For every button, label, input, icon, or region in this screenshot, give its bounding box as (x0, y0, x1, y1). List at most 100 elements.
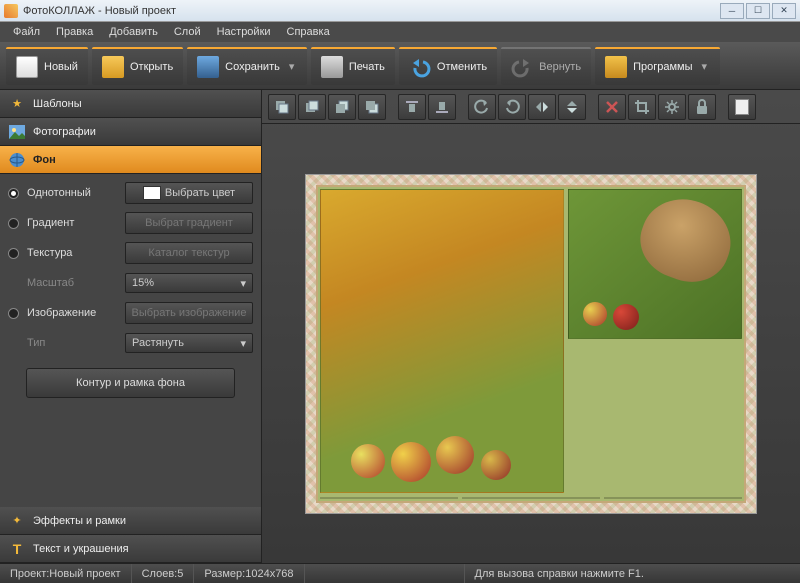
redo-label: Вернуть (539, 61, 581, 73)
redo-icon (511, 56, 533, 78)
status-project: Проект: Новый проект (0, 564, 132, 583)
status-layers: Слоев: 5 (132, 564, 195, 583)
status-layers-label: Слоев: (142, 568, 178, 580)
image-label: Изображение (27, 307, 117, 319)
close-button[interactable]: ✕ (772, 3, 796, 19)
print-button[interactable]: Печать (311, 47, 395, 85)
move-up-button[interactable] (298, 94, 326, 120)
contour-frame-label: Контур и рамка фона (76, 377, 185, 389)
radio-image[interactable] (8, 308, 19, 319)
status-size-value: 1024x768 (245, 568, 293, 580)
menu-settings[interactable]: Настройки (210, 24, 278, 40)
status-bar: Проект: Новый проект Слоев: 5 Размер: 10… (0, 563, 800, 583)
menu-bar: Файл Правка Добавить Слой Настройки Спра… (0, 22, 800, 42)
accordion-photos-label: Фотографии (33, 126, 96, 138)
accordion-templates[interactable]: ★ Шаблоны (0, 90, 261, 118)
status-help-text: Для вызова справки нажмите F1. (475, 568, 644, 580)
blank-page-button[interactable] (728, 94, 756, 120)
status-size-label: Размер: (204, 568, 245, 580)
accordion-background[interactable]: Фон (0, 146, 261, 174)
flip-horizontal-button[interactable] (528, 94, 556, 120)
status-spacer (305, 564, 465, 583)
new-label: Новый (44, 61, 78, 73)
type-select[interactable]: Растянуть ▾ (125, 333, 253, 353)
align-bottom-button[interactable] (428, 94, 456, 120)
rotate-right-button[interactable] (498, 94, 526, 120)
undo-button[interactable]: Отменить (399, 47, 497, 85)
chevron-down-icon[interactable]: ▾ (289, 60, 297, 73)
accordion-effects-label: Эффекты и рамки (33, 515, 126, 527)
radio-solid[interactable] (8, 188, 19, 199)
radio-gradient[interactable] (8, 218, 19, 229)
lock-button[interactable] (688, 94, 716, 120)
box-icon (605, 56, 627, 78)
flip-vertical-button[interactable] (558, 94, 586, 120)
accordion-background-label: Фон (33, 154, 56, 166)
scale-label: Масштаб (27, 277, 117, 289)
minimize-button[interactable]: ─ (720, 3, 744, 19)
collage-frame[interactable] (305, 174, 757, 514)
text-icon: T (8, 540, 26, 558)
move-down-button[interactable] (328, 94, 356, 120)
save-icon (197, 56, 219, 78)
type-value: Растянуть (132, 337, 184, 349)
main-toolbar: Новый Открыть Сохранить ▾ Печать Отменит… (0, 42, 800, 90)
scale-select[interactable]: 15% ▾ (125, 273, 253, 293)
new-button[interactable]: Новый (6, 47, 88, 85)
texture-catalog-button[interactable]: Каталог текстур (125, 242, 253, 264)
undo-label: Отменить (437, 61, 487, 73)
redo-button[interactable]: Вернуть (501, 47, 591, 85)
bring-front-button[interactable] (268, 94, 296, 120)
gradient-label: Градиент (27, 217, 117, 229)
status-project-name: Новый проект (49, 568, 120, 580)
settings-button[interactable] (658, 94, 686, 120)
texture-label: Текстура (27, 247, 117, 259)
status-project-label: Проект: (10, 568, 49, 580)
choose-gradient-label: Выбрат градиент (145, 217, 233, 229)
choose-color-button[interactable]: Выбрать цвет (125, 182, 253, 204)
menu-add[interactable]: Добавить (102, 24, 165, 40)
open-button[interactable]: Открыть (92, 47, 183, 85)
canvas-viewport[interactable] (262, 124, 800, 563)
background-panel: Однотонный Выбрать цвет Градиент Выбрат … (0, 174, 261, 507)
collage-photo-1[interactable] (320, 189, 564, 493)
choose-gradient-button[interactable]: Выбрат градиент (125, 212, 253, 234)
globe-icon (8, 151, 26, 169)
crop-button[interactable] (628, 94, 656, 120)
accordion-templates-label: Шаблоны (33, 98, 82, 110)
solid-label: Однотонный (27, 187, 117, 199)
rotate-left-button[interactable] (468, 94, 496, 120)
send-back-button[interactable] (358, 94, 386, 120)
menu-layer[interactable]: Слой (167, 24, 208, 40)
radio-texture[interactable] (8, 248, 19, 259)
texture-catalog-label: Каталог текстур (148, 247, 229, 259)
chevron-down-icon: ▾ (240, 277, 246, 290)
delete-button[interactable] (598, 94, 626, 120)
programs-button[interactable]: Программы ▾ (595, 47, 719, 85)
menu-help[interactable]: Справка (280, 24, 337, 40)
collage-photo-2[interactable] (568, 189, 742, 339)
choose-image-button[interactable]: Выбрать изображение (125, 302, 253, 324)
align-top-button[interactable] (398, 94, 426, 120)
app-icon (4, 4, 18, 18)
accordion-effects[interactable]: ✦ Эффекты и рамки (0, 507, 261, 535)
collage-canvas[interactable] (316, 185, 746, 503)
collage-photo-5[interactable] (604, 497, 742, 499)
chevron-down-icon[interactable]: ▾ (702, 60, 710, 73)
open-label: Открыть (130, 61, 173, 73)
menu-file[interactable]: Файл (6, 24, 47, 40)
print-label: Печать (349, 61, 385, 73)
new-file-icon (16, 56, 38, 78)
contour-frame-button[interactable]: Контур и рамка фона (26, 368, 235, 398)
left-sidebar: ★ Шаблоны Фотографии Фон Однотонный Выбр… (0, 90, 262, 563)
undo-icon (409, 56, 431, 78)
save-button[interactable]: Сохранить ▾ (187, 47, 307, 85)
maximize-button[interactable]: ☐ (746, 3, 770, 19)
menu-edit[interactable]: Правка (49, 24, 100, 40)
accordion-photos[interactable]: Фотографии (0, 118, 261, 146)
canvas-area (262, 90, 800, 563)
collage-photo-3[interactable] (320, 497, 458, 499)
collage-photo-4[interactable] (462, 497, 600, 499)
accordion-text-label: Текст и украшения (33, 543, 129, 555)
accordion-text[interactable]: T Текст и украшения (0, 535, 261, 563)
